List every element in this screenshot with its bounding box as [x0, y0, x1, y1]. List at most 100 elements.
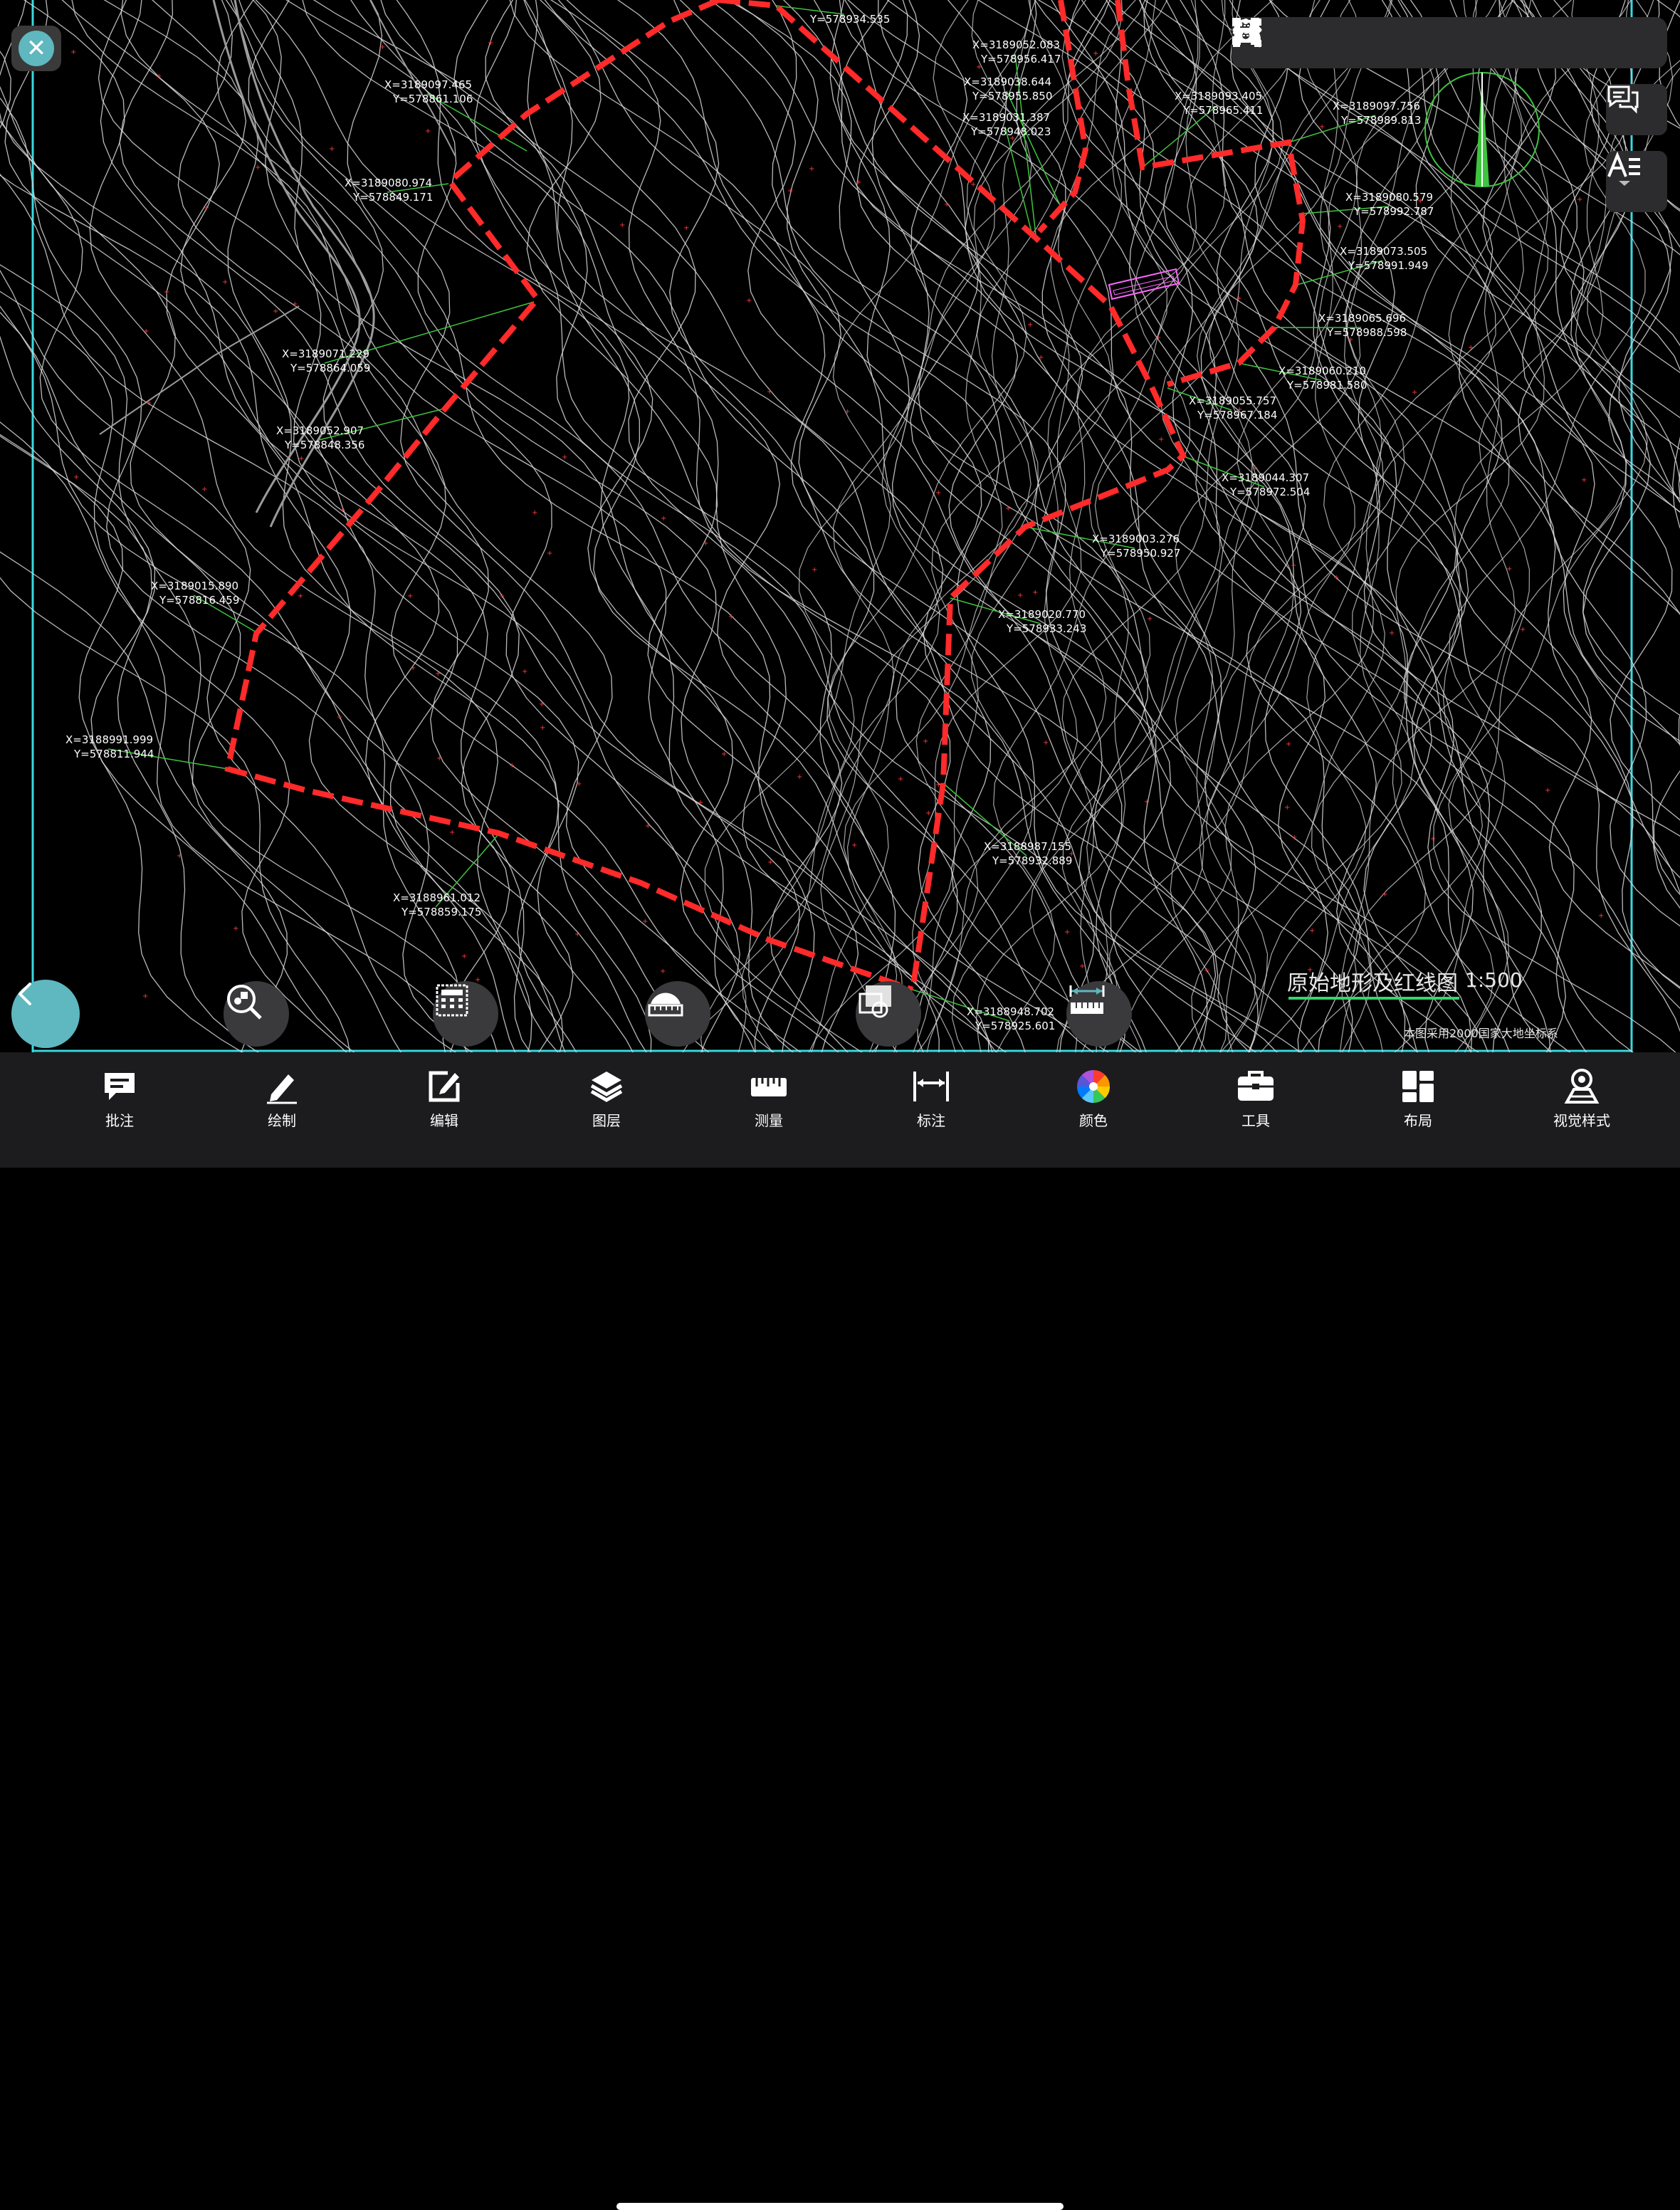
coord-x-label: X=3189055.757: [1189, 394, 1276, 407]
color-wheel-icon: [1076, 1069, 1111, 1104]
elevation-marker: +: [255, 164, 261, 172]
undo-button[interactable]: [1232, 20, 1348, 66]
nav-edit[interactable]: 编辑: [394, 1067, 494, 1138]
topographic-drawing: X=3189097.465 Y=578861.106 X=3189080.974 Y=…: [0, 0, 1680, 1052]
coord-y-label: Y=578988.598: [1326, 326, 1407, 339]
coord-x-label: X=3189044.307: [1222, 471, 1309, 484]
title-block: 原始地形及红线图 1:500 本图采用2000国家大地坐标系: [1287, 965, 1622, 1044]
distance-measure-button[interactable]: [1066, 981, 1132, 1047]
coord-y-label: Y=578816.459: [159, 594, 239, 607]
coord-y-label: Y=578932.889: [992, 854, 1072, 867]
elevation-marker: +: [1252, 464, 1258, 472]
elevation-marker: +: [233, 925, 238, 933]
comment-panel-button[interactable]: [1606, 84, 1667, 135]
coord-y-label: Y=578991.949: [1348, 259, 1428, 272]
elevation-marker: +: [522, 668, 527, 676]
fullscreen-button[interactable]: [1232, 18, 1597, 66]
nav-edit-label: 编辑: [430, 1112, 458, 1129]
coord-y-label: Y=578859.175: [401, 906, 481, 918]
bottom-navigation-bar: 批注 绘制 编辑 图层 测量 标注 颜色 工具 布局 视觉样式: [0, 1052, 1680, 2210]
elevation-marker: +: [379, 43, 385, 51]
elevation-marker: +: [1598, 912, 1604, 920]
nav-visual-style[interactable]: 视觉样式: [1532, 1067, 1632, 1138]
nav-measure[interactable]: 测量: [719, 1067, 819, 1138]
back-button[interactable]: [11, 980, 80, 1048]
coord-y-label: Y=578950.927: [1100, 547, 1180, 560]
elevation-marker: +: [661, 515, 666, 523]
elevation-marker: +: [1430, 835, 1436, 843]
more-icon: [1233, 19, 1259, 24]
arc-measure-button[interactable]: [645, 981, 710, 1047]
object-select-button[interactable]: [224, 981, 289, 1047]
elevation-marker: +: [1337, 223, 1343, 231]
elevation-marker: +: [851, 842, 857, 849]
elevation-marker: +: [698, 799, 703, 807]
coord-x-label: X=3189052.907: [276, 424, 364, 437]
redo-button[interactable]: [1234, 20, 1410, 66]
dimension-icon: [913, 1072, 949, 1101]
close-icon: ✕: [19, 31, 54, 66]
cad-canvas[interactable]: X=3189097.465 Y=578861.106 X=3189080.974 Y=…: [0, 0, 1680, 1052]
area-measure-button[interactable]: [433, 981, 498, 1047]
nav-measure-label: 测量: [755, 1112, 783, 1129]
elevation-marker: +: [1506, 565, 1512, 573]
more-button[interactable]: [1233, 19, 1659, 66]
coord-y-label: Y=578972.504: [1229, 486, 1310, 498]
elevation-marker: +: [177, 852, 182, 860]
text-style-button[interactable]: [1606, 151, 1667, 212]
elevation-marker: +: [797, 773, 802, 781]
nav-color[interactable]: 颜色: [1044, 1067, 1143, 1138]
nav-layers-label: 图层: [592, 1112, 621, 1129]
nav-tools[interactable]: 工具: [1206, 1067, 1306, 1138]
coord-x-label: X=3189015.890: [151, 580, 238, 592]
region-measure-button[interactable]: [856, 981, 921, 1047]
elevation-marker: +: [1027, 321, 1033, 329]
elevation-marker: +: [1520, 626, 1526, 634]
elevation-marker: +: [1382, 891, 1387, 899]
elevation-marker: +: [1577, 196, 1582, 204]
contour-lines: [0, 0, 1680, 1052]
nav-layout[interactable]: 布局: [1368, 1067, 1468, 1138]
elevation-marker: +: [337, 713, 342, 721]
elevation-marker: +: [1417, 197, 1423, 205]
close-button[interactable]: ✕: [11, 26, 61, 71]
elevation-marker: +: [201, 486, 207, 493]
comment-icon: [105, 1073, 135, 1100]
nav-comment-label: 批注: [105, 1112, 134, 1129]
elevation-marker: +: [1468, 344, 1474, 352]
elevation-marker: +: [1038, 354, 1044, 362]
elevation-marker: +: [767, 388, 772, 396]
elevation-marker: +: [574, 931, 580, 938]
elevation-marker: +: [292, 300, 298, 308]
coord-x-label: X=3189031.387: [962, 111, 1050, 124]
elevation-marker: +: [1069, 850, 1074, 858]
elevation-marker: +: [856, 179, 861, 187]
coord-x-label: X=3189097.465: [384, 78, 472, 91]
elevation-marker: +: [767, 859, 773, 866]
nav-dimension[interactable]: 标注: [881, 1067, 981, 1138]
nav-layers[interactable]: 图层: [557, 1067, 656, 1138]
arc-ruler-icon: [648, 993, 683, 1017]
elevation-marker: +: [1043, 739, 1049, 747]
zoom-extents-button[interactable]: [1233, 19, 1472, 66]
elevation-marker: +: [898, 775, 903, 783]
chevron-left-icon: [19, 983, 31, 1005]
elevation-marker: +: [329, 145, 335, 153]
elevation-marker: +: [1147, 615, 1153, 623]
elevation-marker: +: [923, 738, 928, 745]
elevation-marker: +: [509, 762, 515, 770]
elevation-marker: +: [703, 540, 708, 548]
nav-comment[interactable]: 批注: [70, 1067, 169, 1138]
elevation-marker: +: [73, 473, 79, 481]
elevation-marker: +: [1158, 436, 1164, 444]
elevation-marker: +: [944, 201, 950, 209]
zoom-window-button[interactable]: [1234, 19, 1534, 66]
elevation-marker: +: [1284, 804, 1290, 812]
nav-layout-label: 布局: [1404, 1112, 1432, 1129]
pencil-icon: [267, 1074, 297, 1104]
elevation-marker: +: [143, 328, 149, 335]
elevation-marker: +: [1389, 629, 1395, 637]
region-shape-icon: [859, 985, 891, 1018]
nav-draw[interactable]: 绘制: [232, 1067, 332, 1138]
coord-x-label: X=3189060.210: [1279, 365, 1366, 377]
